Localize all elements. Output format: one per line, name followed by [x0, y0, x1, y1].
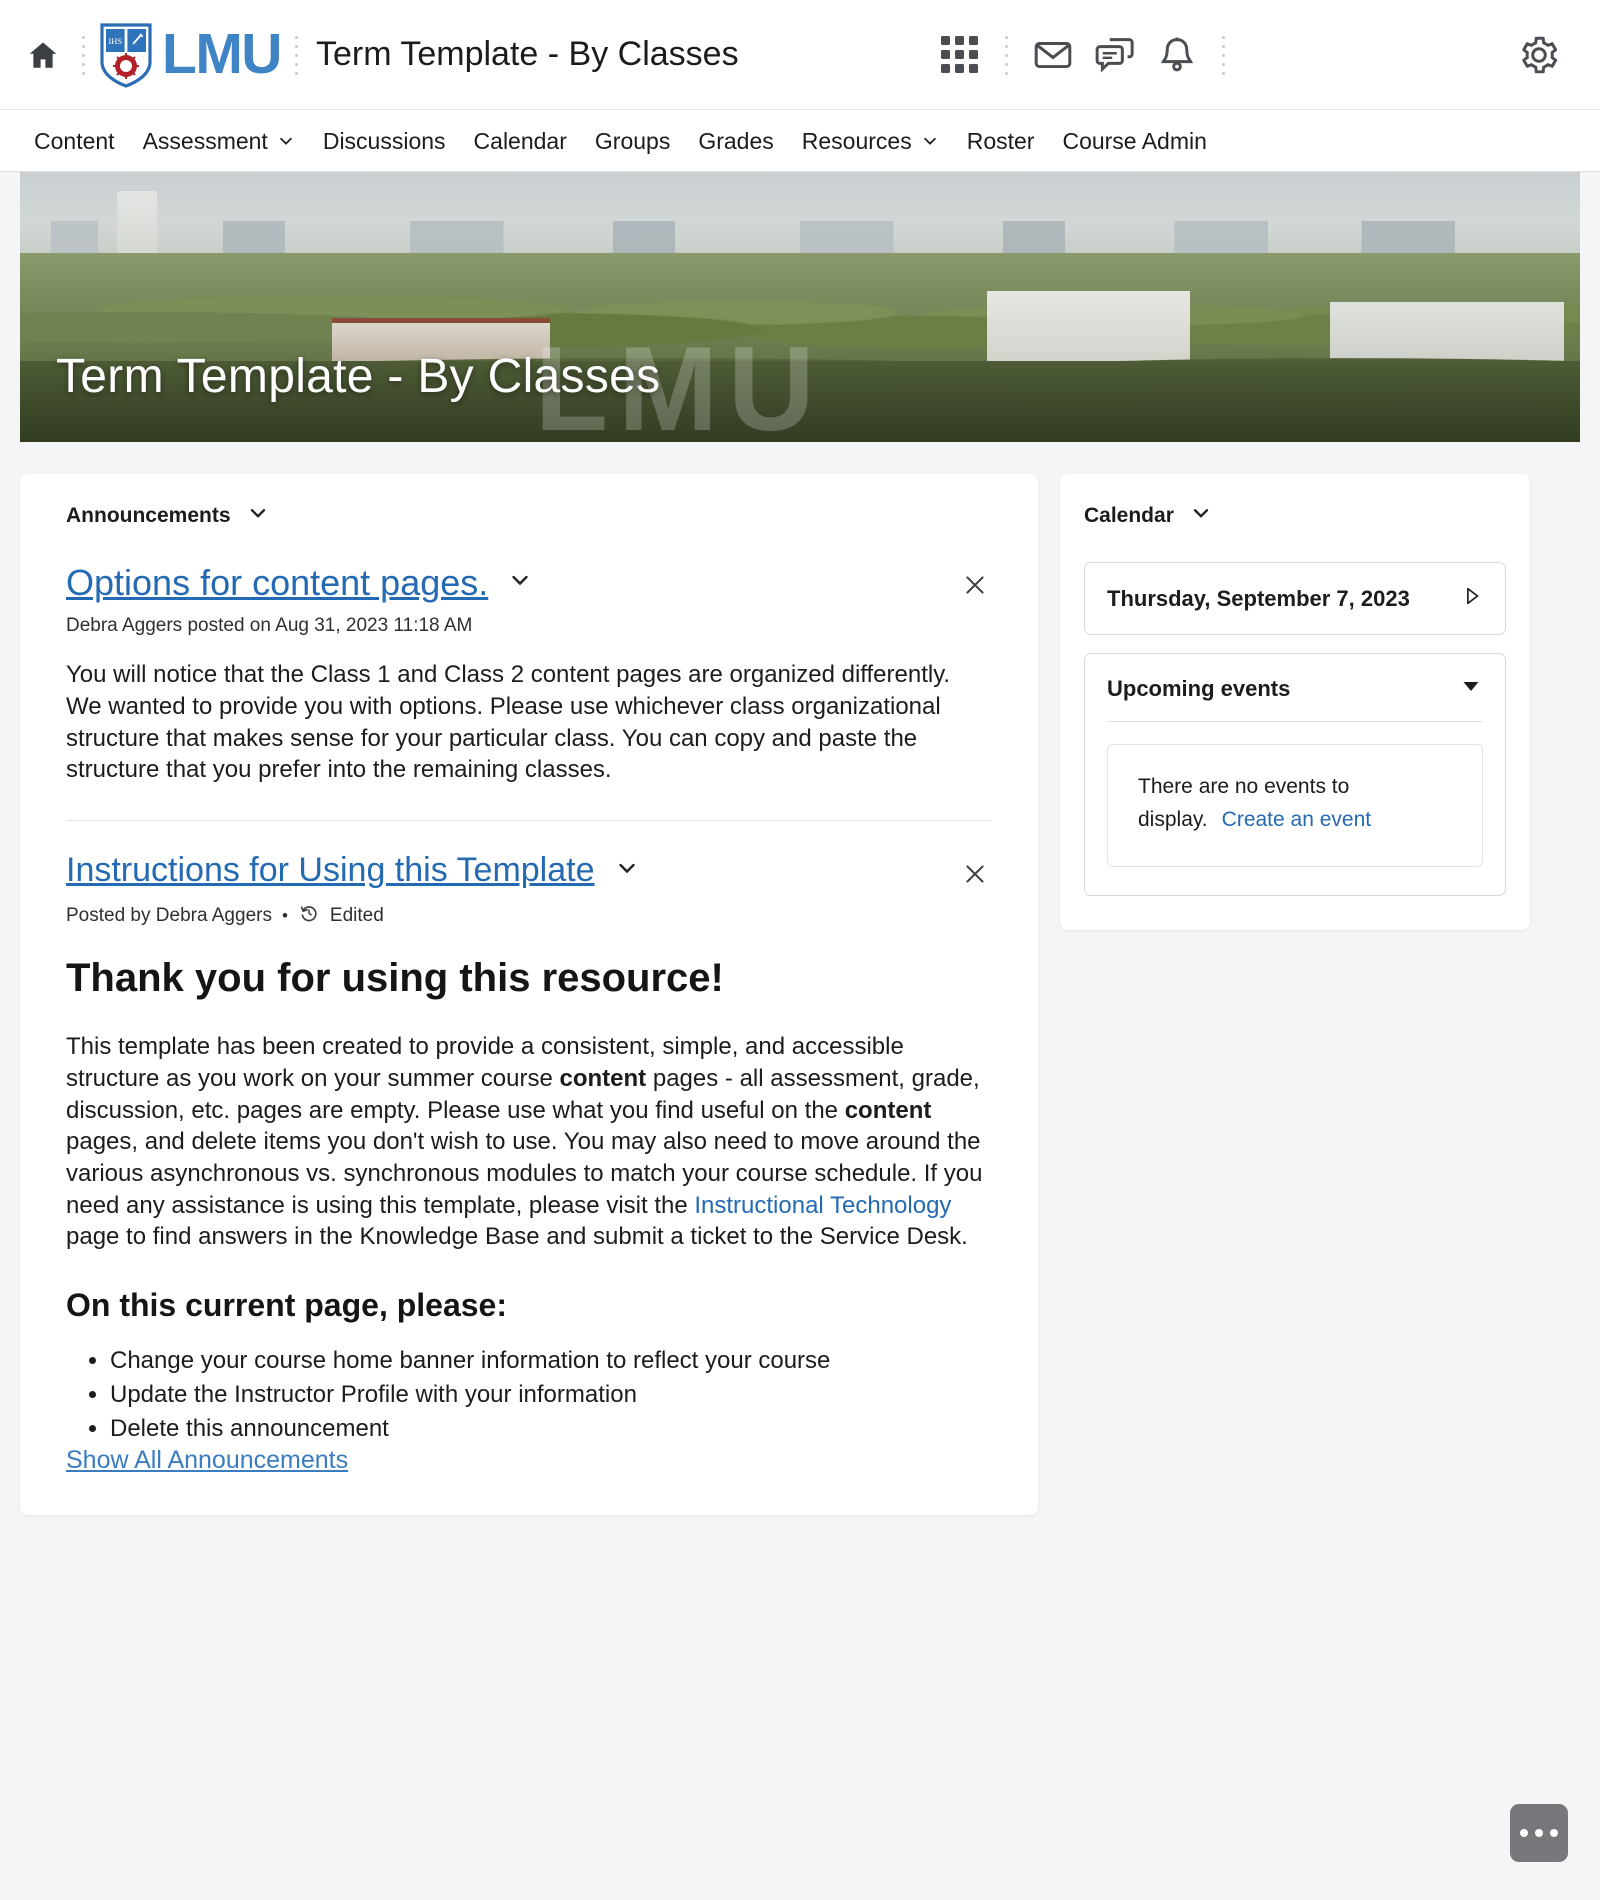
calendar-widget: Calendar Thursday, September 7, 2023 Upc… [1060, 474, 1530, 931]
main-content-area: Announcements Options for content pages. [0, 442, 1600, 1516]
announcement-meta: Debra Aggers posted on Aug 31, 2023 11:1… [66, 615, 992, 637]
nav-label: Calendar [473, 127, 567, 154]
triangle-down-icon[interactable] [1459, 674, 1483, 703]
list-item: Delete this announcement [110, 1412, 992, 1446]
gear-icon[interactable] [1512, 28, 1566, 82]
bold-content-2: content [844, 1096, 932, 1124]
announcement-meta-text: Debra Aggers posted on Aug 31, 2023 11:1… [66, 615, 473, 637]
dot [1535, 1829, 1543, 1837]
calendar-widget-header: Calendar [1084, 502, 1506, 530]
divider-dots-3 [1004, 32, 1008, 77]
calendar-column: Calendar Thursday, September 7, 2023 Upc… [1060, 474, 1530, 931]
nav-item-grades[interactable]: Grades [684, 110, 787, 171]
lmu-crest-icon: IHS [100, 22, 152, 88]
dot [1520, 1829, 1528, 1837]
nav-label: Assessment [142, 127, 268, 154]
nav-label: Content [34, 127, 115, 154]
chevron-down-icon [277, 132, 295, 150]
history-clock-icon [298, 902, 320, 930]
banner-title: Term Template - By Classes [56, 350, 661, 403]
nav-item-content[interactable]: Content [20, 110, 129, 171]
show-all-announcements-link[interactable]: Show All Announcements [66, 1446, 348, 1474]
announcement-paragraph: You will notice that the Class 1 and Cla… [66, 661, 951, 784]
announcement-title-link[interactable]: Options for content pages. [66, 562, 488, 603]
announcement-author: Posted by Debra Aggers [66, 905, 272, 927]
page-title: Term Template - By Classes [315, 35, 739, 73]
calendar-widget-title: Calendar [1084, 504, 1174, 527]
course-nav-bar: Content Assessment Discussions Calendar … [0, 110, 1600, 172]
lmu-wordmark: LMU [162, 22, 282, 86]
chat-bubble-icon[interactable] [1084, 24, 1146, 86]
more-options-button[interactable] [1510, 1804, 1568, 1862]
nav-item-discussions[interactable]: Discussions [309, 110, 460, 171]
no-events-message: There are no events to display. Create an… [1107, 744, 1483, 868]
list-item: Change your course home banner informati… [110, 1344, 992, 1378]
announcement-body: Thank you for using this resource! This … [66, 956, 992, 1446]
lmu-logo[interactable]: IHS LMU [99, 22, 282, 88]
close-icon[interactable] [958, 568, 992, 602]
announcement-title-row: Instructions for Using this Template [66, 851, 992, 890]
bell-icon[interactable] [1146, 24, 1208, 86]
nav-item-course-admin[interactable]: Course Admin [1048, 110, 1220, 171]
nav-item-assessment[interactable]: Assessment [129, 110, 309, 171]
nav-item-resources[interactable]: Resources [788, 110, 953, 171]
home-button[interactable] [18, 30, 68, 80]
top-navigation-bar: IHS LMU Term Template - By Classes [0, 0, 1600, 110]
upcoming-events-header[interactable]: Upcoming events [1107, 674, 1483, 722]
meta-separator: • [281, 906, 288, 926]
header-icon-group [929, 24, 1239, 86]
announcement-paragraph: This template has been created to provid… [66, 1031, 992, 1253]
announcement-item: Instructions for Using this Template Pos… [66, 851, 992, 1446]
chevron-down-icon [921, 132, 939, 150]
divider-dots-2 [294, 32, 298, 77]
chevron-down-icon[interactable] [508, 568, 532, 597]
svg-text:IHS: IHS [108, 36, 122, 46]
announcement-title-link[interactable]: Instructions for Using this Template [66, 851, 595, 890]
chevron-down-icon[interactable] [1190, 502, 1212, 530]
waffle-grid-icon[interactable] [929, 24, 991, 86]
announcement-body: You will notice that the Class 1 and Cla… [66, 659, 992, 786]
bold-content-1: content [559, 1064, 647, 1092]
announcement-bullet-list: Change your course home banner informati… [110, 1344, 992, 1446]
dot [1550, 1829, 1558, 1837]
announcements-widget-title: Announcements [66, 504, 231, 527]
create-an-event-link[interactable]: Create an event [1222, 808, 1371, 831]
para-part-f: page to find answers in the Knowledge Ba… [66, 1223, 968, 1251]
calendar-date-selector[interactable]: Thursday, September 7, 2023 [1084, 562, 1506, 635]
upcoming-events-panel: Upcoming events There are no events to d… [1084, 653, 1506, 897]
nav-item-groups[interactable]: Groups [581, 110, 684, 171]
announcement-heading: Thank you for using this resource! [66, 956, 724, 1001]
nav-label: Roster [966, 127, 1035, 154]
divider-dots [82, 32, 85, 77]
announcement-edited-label: Edited [329, 905, 384, 927]
close-icon[interactable] [958, 857, 992, 891]
announcements-column: Announcements Options for content pages. [20, 474, 1038, 1516]
announcement-meta: Posted by Debra Aggers • Edited [66, 902, 992, 930]
play-triangle-icon[interactable] [1461, 584, 1483, 613]
nav-item-calendar[interactable]: Calendar [460, 110, 581, 171]
list-item: Update the Instructor Profile with your … [110, 1378, 992, 1412]
announcement-title-row: Options for content pages. [66, 562, 992, 603]
upcoming-events-title: Upcoming events [1107, 675, 1291, 701]
nav-label: Discussions [322, 127, 446, 154]
divider-dots-4 [1221, 32, 1225, 77]
chevron-down-icon[interactable] [247, 502, 269, 530]
announcement-item: Options for content pages. Debra Aggers … [66, 562, 992, 786]
instructional-technology-link[interactable]: Instructional Technology [694, 1192, 951, 1219]
chevron-down-icon[interactable] [615, 856, 639, 885]
nav-item-roster[interactable]: Roster [953, 110, 1049, 171]
nav-label: Grades [698, 127, 774, 154]
announcement-subheading: On this current page, please: [66, 1286, 507, 1323]
divider [66, 820, 992, 822]
announcements-widget-header: Announcements [66, 502, 992, 530]
nav-label: Course Admin [1062, 127, 1207, 154]
course-banner-image: LMU Term Template - By Classes [20, 172, 1580, 442]
nav-label: Resources [801, 127, 912, 154]
envelope-icon[interactable] [1022, 24, 1084, 86]
calendar-selected-date: Thursday, September 7, 2023 [1107, 585, 1410, 611]
announcements-widget: Announcements Options for content pages. [20, 474, 1038, 1516]
nav-label: Groups [594, 127, 671, 154]
